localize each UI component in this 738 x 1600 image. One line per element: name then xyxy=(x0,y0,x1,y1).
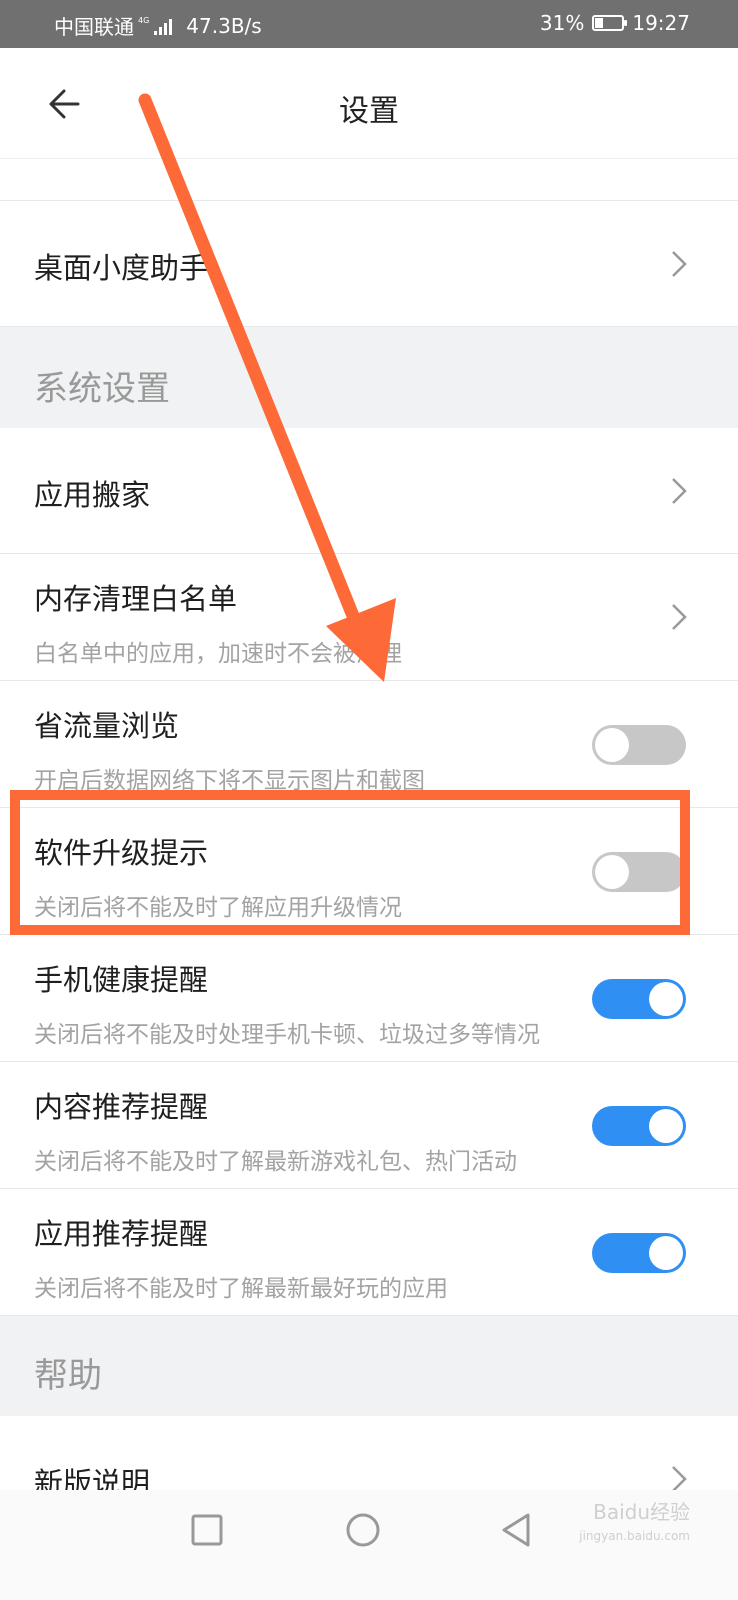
signal-icon xyxy=(154,17,173,35)
row-description: 关闭后将不能及时处理手机卡顿、垃圾过多等情况 xyxy=(34,1022,540,1048)
title-bar: 设置 xyxy=(0,48,738,159)
carrier-label: 中国联通 xyxy=(54,15,134,39)
row-app-recommend: 应用推荐提醒 关闭后将不能及时了解最新最好玩的应用 xyxy=(0,1189,738,1316)
triangle-back-nav-icon[interactable] xyxy=(500,1512,532,1548)
battery-percent: 31% xyxy=(539,11,585,35)
toggle-knob xyxy=(649,1236,683,1270)
app-recommend-toggle[interactable] xyxy=(592,1233,686,1273)
row-label: 应用推荐提醒 xyxy=(34,1217,209,1251)
section-title: 帮助 xyxy=(34,1356,102,1396)
chevron-right-icon xyxy=(672,604,687,630)
row-app-move[interactable]: 应用搬家 xyxy=(0,428,738,554)
battery-icon xyxy=(592,15,628,31)
status-bar: 中国联通 4G 47.3B/s 31% 19:27 xyxy=(0,0,738,48)
watermark: Baidu经验 jingyan.baidu.com xyxy=(579,1500,690,1548)
row-label: 内容推荐提醒 xyxy=(34,1090,209,1124)
partial-row xyxy=(0,159,738,201)
row-label: 应用搬家 xyxy=(34,478,151,512)
data-saver-toggle[interactable] xyxy=(592,725,686,765)
section-system-settings: 系统设置 xyxy=(0,327,738,428)
row-memory-whitelist[interactable]: 内存清理白名单 白名单中的应用，加速时不会被清理 xyxy=(0,554,738,681)
annotation-highlight-box xyxy=(10,790,690,935)
toggle-knob xyxy=(649,982,683,1016)
battery-level xyxy=(595,18,603,28)
content-recommend-toggle[interactable] xyxy=(592,1106,686,1146)
clock: 19:27 xyxy=(632,11,690,35)
network-type: 4G xyxy=(138,15,150,25)
row-description: 关闭后将不能及时了解最新游戏礼包、热门活动 xyxy=(34,1149,517,1175)
chevron-right-icon xyxy=(672,478,687,504)
page-title: 设置 xyxy=(339,94,399,129)
square-nav-icon[interactable] xyxy=(191,1514,223,1546)
watermark-line1: Baidu经验 xyxy=(593,1500,690,1524)
row-content-recommend: 内容推荐提醒 关闭后将不能及时了解最新游戏礼包、热门活动 xyxy=(0,1062,738,1189)
section-title: 系统设置 xyxy=(34,369,170,409)
network-speed: 47.3B/s xyxy=(186,13,262,38)
row-data-saver: 省流量浏览 开启后数据网络下将不显示图片和截图 xyxy=(0,681,738,808)
toggle-knob xyxy=(595,728,629,762)
row-label: 省流量浏览 xyxy=(34,709,180,743)
row-health-reminder: 手机健康提醒 关闭后将不能及时处理手机卡顿、垃圾过多等情况 xyxy=(0,935,738,1062)
row-desktop-assistant[interactable]: 桌面小度助手 xyxy=(0,201,738,327)
chevron-right-icon xyxy=(672,251,687,277)
section-help: 帮助 xyxy=(0,1316,738,1416)
status-left: 中国联通 4G 47.3B/s xyxy=(54,11,262,40)
row-label: 桌面小度助手 xyxy=(34,251,209,285)
row-label: 手机健康提醒 xyxy=(34,963,209,997)
circle-nav-icon[interactable] xyxy=(345,1512,381,1548)
watermark-line2: jingyan.baidu.com xyxy=(579,1529,690,1543)
status-right: 31% 19:27 xyxy=(540,11,690,35)
row-label: 内存清理白名单 xyxy=(34,582,238,616)
health-reminder-toggle[interactable] xyxy=(592,979,686,1019)
row-description: 白名单中的应用，加速时不会被清理 xyxy=(34,641,402,667)
toggle-knob xyxy=(649,1109,683,1143)
row-description: 关闭后将不能及时了解最新最好玩的应用 xyxy=(34,1276,448,1302)
